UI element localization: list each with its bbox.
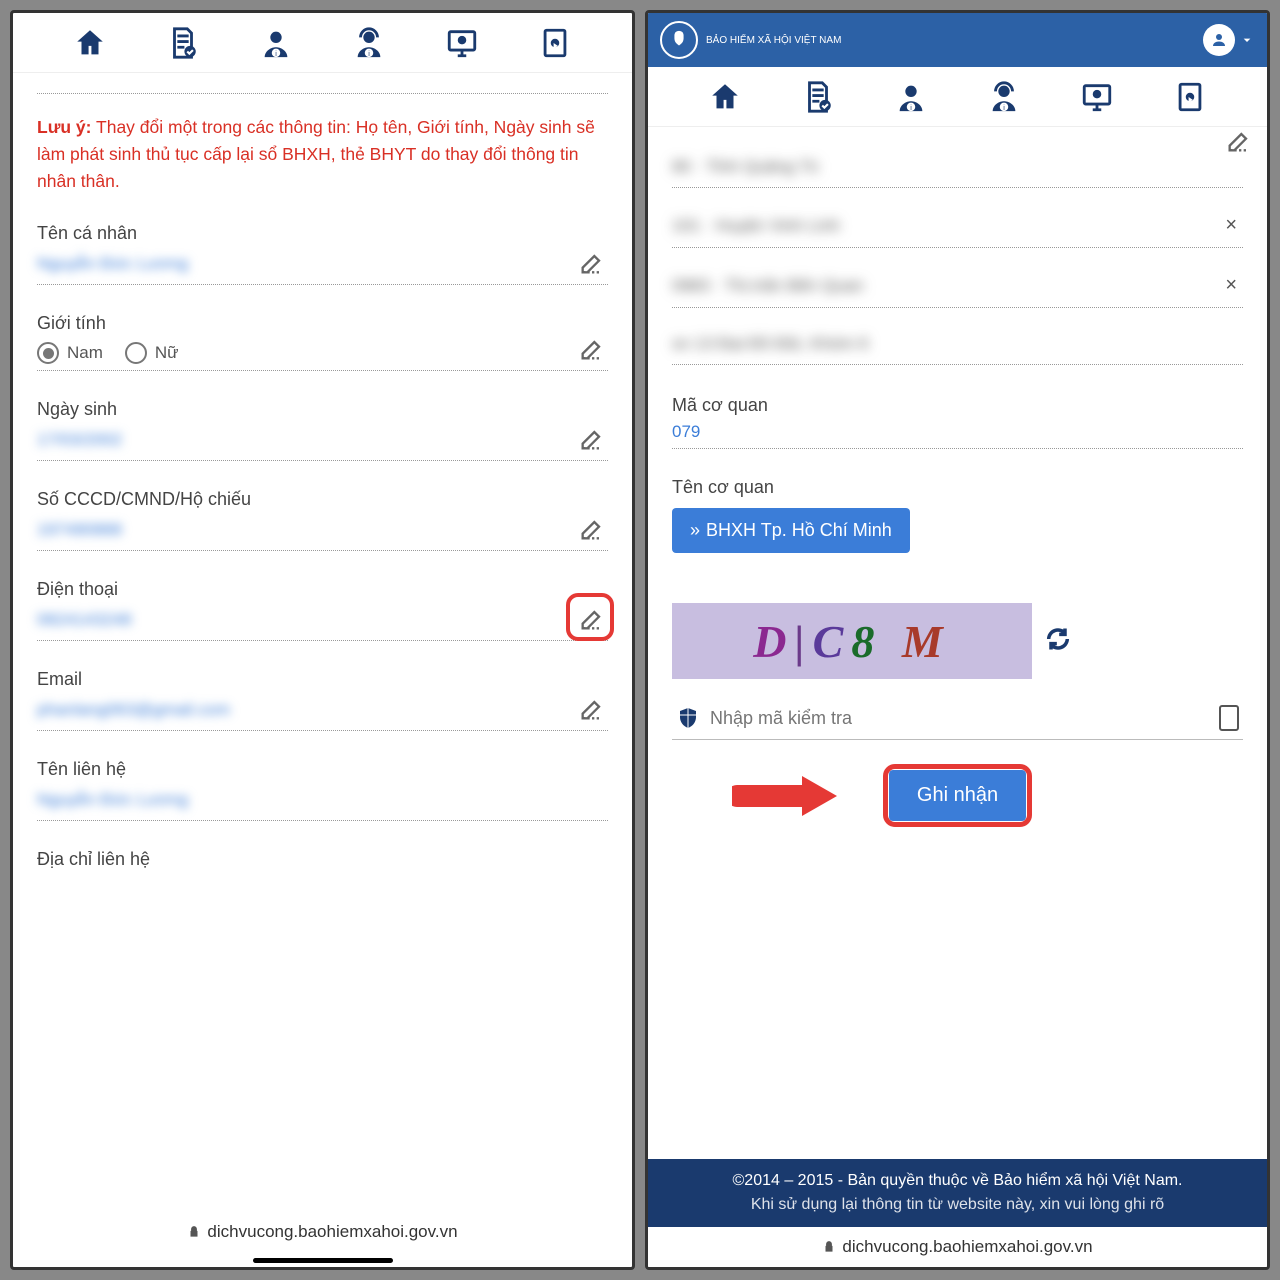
dob-value: 17/03/2002 [37,426,608,454]
document-icon[interactable] [166,26,200,60]
email-label: Email [37,669,608,690]
home-indicator [253,1258,393,1263]
name-label: Tên cá nhân [37,223,608,244]
account-icon [1203,24,1235,56]
agency-code-label: Mã cơ quan [672,395,1243,416]
gender-label: Giới tính [37,313,608,334]
agency-select-button[interactable]: »BHXH Tp. Hồ Chí Minh [672,508,910,553]
home-icon[interactable] [73,26,107,60]
nav-bar: i i [648,67,1267,127]
shield-icon [676,706,700,730]
edit-icon[interactable] [578,695,606,723]
form-content: Lưu ý: Thay đổi một trong các thông tin:… [13,73,632,1212]
warning-note: Lưu ý: Thay đổi một trong các thông tin:… [37,114,608,195]
edit-icon[interactable] [578,335,606,363]
book-icon[interactable] [538,26,572,60]
name-value: Nguyễn Đức Lương [37,250,608,278]
form-content-right: 80 · Tỉnh Quảng Trị 101 · Huyện Vinh Lin… [648,127,1267,1159]
street-field[interactable]: sn 13 Đại Đồ Đội, Khóm 6 [672,324,1243,365]
url-bar: dichvucong.baohiemxahoi.gov.vn [13,1212,632,1252]
contact-value: Nguyễn Đức Lương [37,786,608,814]
chevron-down-icon [1239,32,1255,48]
address-label: Địa chỉ liên hệ [37,849,608,870]
edit-icon[interactable] [578,515,606,543]
arrow-icon [732,771,842,821]
close-icon[interactable]: × [1219,214,1243,237]
agency-name-label: Tên cơ quan [672,477,1243,498]
support-icon[interactable]: i [352,26,386,60]
lock-icon [187,1225,201,1239]
province-field[interactable]: 80 · Tỉnh Quảng Trị [672,147,1243,188]
captcha-image: D|C8 M [672,603,1032,679]
phone-edit-highlight [566,593,614,641]
home-icon[interactable] [708,80,742,114]
org-name: BẢO HIỂM XÃ HỘI VIỆT NAM [706,35,841,46]
user-icon[interactable]: i [259,26,293,60]
left-screen: i i Lưu ý: Thay đổi một trong các thông … [10,10,635,1270]
footer: ©2014 – 2015 - Bản quyền thuộc về Bảo hi… [648,1159,1267,1227]
nav-bar: i i [13,13,632,73]
submit-highlight [883,764,1032,827]
emblem-icon [660,21,698,59]
captcha-input[interactable] [710,708,1209,729]
support-icon[interactable]: i [987,80,1021,114]
dob-label: Ngày sinh [37,399,608,420]
url-bar: dichvucong.baohiemxahoi.gov.vn [648,1227,1267,1267]
edit-icon[interactable] [578,425,606,453]
refresh-icon[interactable] [1044,625,1072,653]
phone-icon [1219,705,1239,731]
user-icon[interactable]: i [894,80,928,114]
gender-male[interactable]: Nam [37,342,103,364]
agency-code-value: 079 [672,422,1243,442]
right-screen: BẢO HIỂM XÃ HỘI VIỆT NAM i i 80 · Tỉnh Q… [645,10,1270,1270]
edit-icon[interactable] [1225,127,1253,155]
ward-field[interactable]: 0983 · Thị trấn Bến Quan × [672,264,1243,308]
gender-female[interactable]: Nữ [125,342,179,364]
id-value: 197490888 [37,516,608,544]
lock-icon [822,1240,836,1254]
document-icon[interactable] [801,80,835,114]
phone-label: Điện thoại [37,579,608,600]
edit-icon[interactable] [578,249,606,277]
monitor-icon[interactable] [1080,80,1114,114]
book-icon[interactable] [1173,80,1207,114]
captcha-input-row [672,697,1243,740]
top-header: BẢO HIỂM XÃ HỘI VIỆT NAM [648,13,1267,67]
monitor-icon[interactable] [445,26,479,60]
email-value: phanlang063@gmail.com [37,696,608,724]
district-field[interactable]: 101 · Huyện Vinh Linh × [672,204,1243,248]
account-menu[interactable] [1203,24,1255,56]
contact-label: Tên liên hệ [37,759,608,780]
id-label: Số CCCD/CMND/Hộ chiếu [37,489,608,510]
phone-value: 0824143248 [37,606,608,634]
close-icon[interactable]: × [1219,274,1243,297]
